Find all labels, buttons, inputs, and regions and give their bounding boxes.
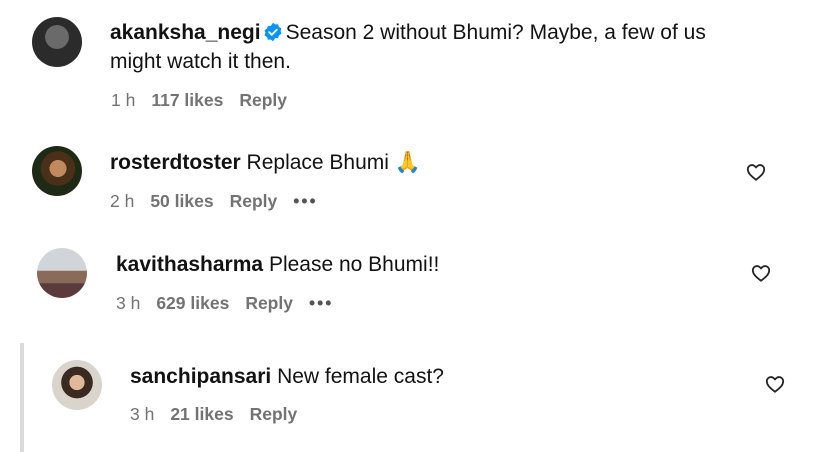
- comment-body-line2: might watch it then.: [110, 50, 291, 73]
- comment-username[interactable]: sanchipansari: [130, 365, 271, 388]
- heart-outline-icon[interactable]: [746, 163, 766, 181]
- comment-body: Season 2 without Bhumi? Maybe, a few of …: [285, 21, 706, 44]
- likes-count[interactable]: 21 likes: [170, 404, 233, 424]
- comment-body: Replace Bhumi 🙏: [246, 151, 421, 174]
- comment-meta: 2 h 50 likes Reply •••: [110, 191, 334, 212]
- likes-count[interactable]: 50 likes: [150, 191, 213, 211]
- likes-count[interactable]: 117 likes: [151, 90, 223, 110]
- reply-thread-line: [20, 343, 24, 452]
- more-options-icon[interactable]: •••: [309, 293, 333, 313]
- comment-text: rosterdtoster Replace Bhumi 🙏: [110, 148, 730, 177]
- reply-button[interactable]: Reply: [245, 293, 293, 313]
- comment-meta: 3 h 21 likes Reply: [130, 404, 313, 425]
- avatar[interactable]: [32, 146, 82, 196]
- avatar[interactable]: [37, 248, 87, 298]
- reply-button[interactable]: Reply: [230, 191, 278, 211]
- heart-outline-icon[interactable]: [765, 375, 785, 393]
- comment-username[interactable]: kavithasharma: [116, 253, 263, 276]
- heart-outline-icon[interactable]: [751, 264, 771, 282]
- comment-username[interactable]: akanksha_negi: [110, 21, 261, 44]
- reply-button[interactable]: Reply: [239, 90, 287, 110]
- likes-count[interactable]: 629 likes: [156, 293, 229, 313]
- comment-time: 3 h: [130, 404, 155, 424]
- avatar[interactable]: [32, 17, 82, 67]
- comment-username[interactable]: rosterdtoster: [110, 151, 241, 174]
- avatar[interactable]: [52, 360, 102, 410]
- comment-time: 3 h: [116, 293, 141, 313]
- comment-text: sanchipansari New female cast?: [130, 362, 730, 391]
- more-options-icon[interactable]: •••: [293, 191, 317, 211]
- comment-meta: 1 h 117 likes Reply: [111, 90, 303, 111]
- comment-text: kavithasharma Please no Bhumi!!: [116, 250, 736, 279]
- comment-time: 2 h: [110, 191, 135, 211]
- comment-body: New female cast?: [277, 365, 444, 388]
- comment-meta: 3 h 629 likes Reply •••: [116, 293, 349, 314]
- verified-badge-icon: [264, 22, 281, 42]
- comment-body: Please no Bhumi!!: [268, 253, 440, 276]
- comment-text: akanksha_negi Season 2 without Bhumi? May…: [110, 18, 790, 76]
- reply-button[interactable]: Reply: [250, 404, 298, 424]
- comment-time: 1 h: [111, 90, 136, 110]
